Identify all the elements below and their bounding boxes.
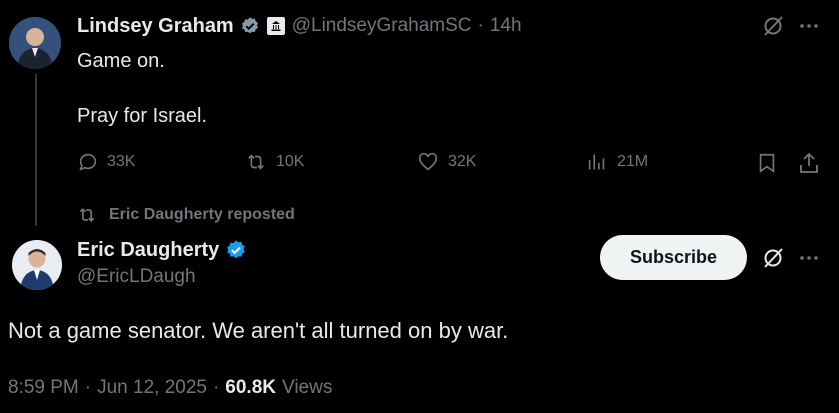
tweet-date[interactable]: Jun 12, 2025	[97, 377, 207, 399]
share-icon[interactable]	[797, 151, 821, 175]
heart-icon	[416, 151, 440, 173]
grok-icon[interactable]	[761, 14, 785, 38]
repost-label[interactable]: Eric Daugherty reposted	[109, 206, 295, 224]
tweet-time[interactable]: 14h	[490, 15, 522, 37]
bookmark-icon[interactable]	[756, 151, 778, 175]
views-count: 60.8K	[225, 377, 276, 398]
more-options-icon[interactable]	[797, 14, 821, 38]
verified-blue-icon	[225, 239, 247, 261]
government-badge-icon	[266, 16, 286, 36]
repost-indicator: Eric Daugherty reposted	[77, 205, 295, 225]
tweet-header: Lindsey Graham @LindseyGrahamSC · 14h	[77, 12, 522, 40]
author-name[interactable]: Eric Daugherty	[77, 239, 219, 262]
views-label: Views	[282, 377, 333, 398]
reply-icon	[77, 151, 99, 173]
reply-count: 33K	[107, 153, 136, 170]
tweet-text: Not a game senator. We aren't all turned…	[8, 318, 509, 343]
views-button[interactable]: 21M	[585, 151, 648, 173]
tweet-time[interactable]: 8:59 PM	[8, 377, 79, 399]
like-count: 32K	[448, 153, 477, 170]
separator-dot: ·	[477, 15, 484, 36]
subscribe-button[interactable]: Subscribe	[600, 235, 747, 280]
thread-line	[35, 74, 37, 226]
separator-dot: ·	[212, 377, 220, 398]
repost-icon	[77, 205, 97, 225]
repost-button[interactable]: 10K	[244, 151, 304, 173]
analytics-icon	[585, 151, 609, 173]
like-button[interactable]: 32K	[416, 151, 476, 173]
tweet-header: Eric Daugherty	[77, 236, 247, 264]
repost-count: 10K	[276, 153, 305, 170]
author-name[interactable]: Lindsey Graham	[77, 15, 234, 38]
more-options-icon[interactable]	[797, 246, 821, 270]
tweet-text: Game on. Pray for Israel.	[77, 49, 207, 128]
tweet-text-line: Pray for Israel.	[77, 105, 208, 127]
avatar[interactable]	[12, 240, 62, 290]
view-count: 21M	[617, 153, 649, 170]
tweet-text-line: Game on.	[77, 50, 165, 72]
reply-button[interactable]: 33K	[77, 151, 135, 173]
grok-icon[interactable]	[761, 246, 785, 270]
author-handle[interactable]: @EricLDaugh	[77, 266, 196, 288]
author-handle[interactable]: @LindseyGrahamSC	[292, 15, 472, 37]
avatar[interactable]	[9, 17, 61, 69]
repost-icon	[244, 151, 268, 173]
verified-gray-icon	[240, 16, 260, 36]
tweet-meta: 8:59 PM · Jun 12, 2025 · 60.8K Views	[8, 377, 332, 399]
separator-dot: ·	[84, 377, 92, 398]
